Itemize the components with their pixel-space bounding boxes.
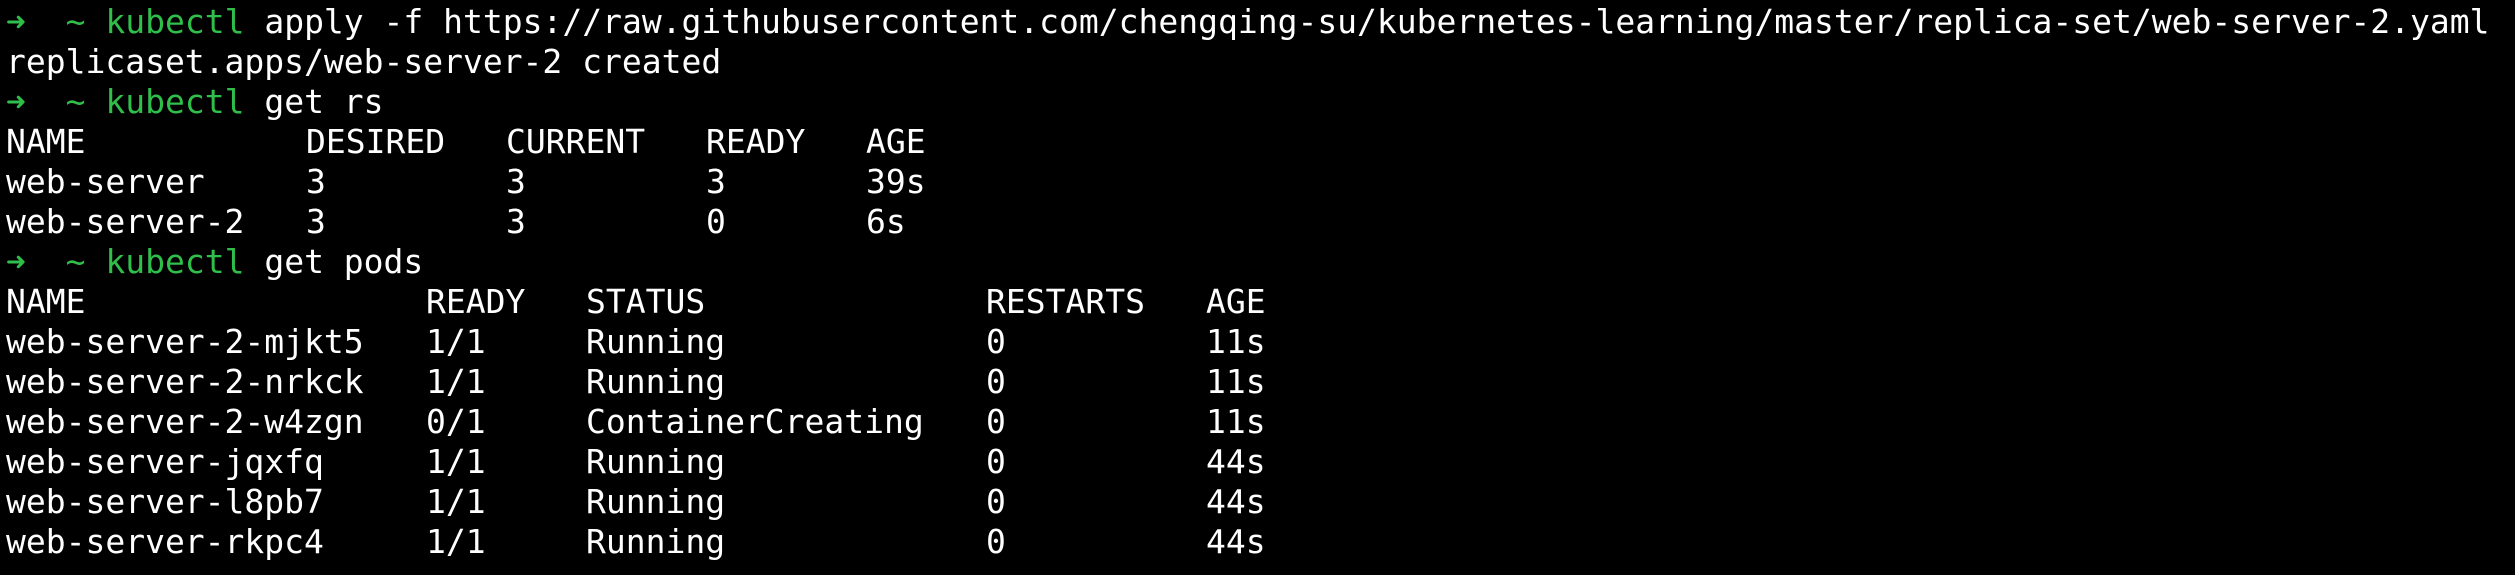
pods-header-name: NAME — [6, 282, 86, 321]
rs-cell-current: 3 — [506, 162, 526, 201]
command-output-apply: replicaset.apps/web-server-2 created — [6, 42, 722, 81]
rs-cell-desired: 3 — [306, 162, 326, 201]
command-name: kubectl — [105, 82, 245, 121]
prompt-directory: ~ — [65, 82, 86, 121]
pod-cell-status: Running — [586, 482, 726, 521]
rs-cell-desired: 3 — [306, 202, 326, 241]
pod-cell-restarts: 0 — [986, 442, 1006, 481]
rs-cell-name: web-server — [6, 162, 205, 201]
pod-cell-restarts: 0 — [986, 362, 1006, 401]
pod-cell-restarts: 0 — [986, 402, 1006, 441]
pod-cell-age: 44s — [1206, 522, 1266, 561]
pods-table-header: NAME READY STATUS RESTARTS AGE — [6, 282, 2515, 322]
prompt-directory: ~ — [65, 242, 86, 281]
pod-cell-status: Running — [586, 442, 726, 481]
pods-header-restarts: RESTARTS — [986, 282, 1145, 321]
pod-cell-age: 44s — [1206, 442, 1266, 481]
rs-header-name: NAME — [6, 122, 86, 161]
pod-cell-age: 44s — [1206, 482, 1266, 521]
rs-header-desired: DESIRED — [306, 122, 446, 161]
command-line-get-pods: ➜ ~ kubectl get pods — [6, 242, 2515, 282]
pods-header-ready: READY — [426, 282, 526, 321]
table-row: web-server 3 3 3 39s — [6, 162, 2515, 202]
rs-table: NAME DESIRED CURRENT READY AGE web-server 3 3 3… — [6, 122, 2515, 242]
pod-cell-name: web-server-2-nrkck — [6, 362, 364, 401]
pod-cell-name: web-server-2-mjkt5 — [6, 322, 364, 361]
pod-cell-ready: 0/1 — [426, 402, 486, 441]
table-row: web-server-2 3 3 0 6s — [6, 202, 2515, 242]
pods-table: NAME READY STATUS RESTARTS AGE web-server-2-… — [6, 282, 2515, 562]
prompt-arrow-icon: ➜ — [6, 242, 26, 281]
command-line-apply: ➜ ~ kubectl apply -f https://raw.githubu… — [6, 2, 2515, 42]
rs-header-current: CURRENT — [506, 122, 646, 161]
pods-header-age: AGE — [1206, 282, 1266, 321]
rs-cell-ready: 3 — [706, 162, 726, 201]
command-name: kubectl — [105, 242, 245, 281]
pod-cell-restarts: 0 — [986, 522, 1006, 561]
command-name: kubectl — [105, 2, 245, 41]
table-row: web-server-2-nrkck 1/1 Running 0 11s — [6, 362, 2515, 402]
pod-cell-ready: 1/1 — [426, 322, 486, 361]
rs-header-ready: READY — [706, 122, 806, 161]
command-args: get pods — [264, 242, 424, 281]
pod-cell-age: 11s — [1206, 362, 1266, 401]
pod-cell-restarts: 0 — [986, 322, 1006, 361]
prompt-arrow-icon: ➜ — [6, 2, 26, 41]
rs-cell-ready: 0 — [706, 202, 726, 241]
rs-cell-name: web-server-2 — [6, 202, 245, 241]
pods-header-status: STATUS — [586, 282, 706, 321]
command-args: apply -f https://raw.githubusercontent.c… — [264, 2, 2490, 41]
pod-cell-name: web-server-jqxfq — [6, 442, 324, 481]
prompt-arrow-icon: ➜ — [6, 82, 26, 121]
pod-cell-ready: 1/1 — [426, 522, 486, 561]
rs-table-header: NAME DESIRED CURRENT READY AGE — [6, 122, 2515, 162]
table-row: web-server-2-mjkt5 1/1 Running 0 11s — [6, 322, 2515, 362]
command-line-get-rs: ➜ ~ kubectl get rs — [6, 82, 2515, 122]
pod-cell-restarts: 0 — [986, 482, 1006, 521]
pod-cell-ready: 1/1 — [426, 362, 486, 401]
pod-cell-name: web-server-2-w4zgn — [6, 402, 364, 441]
table-row: web-server-2-w4zgn 0/1 ContainerCreating 0 1… — [6, 402, 2515, 442]
pod-cell-ready: 1/1 — [426, 442, 486, 481]
table-row: web-server-rkpc4 1/1 Running 0 44s — [6, 522, 2515, 562]
rs-cell-current: 3 — [506, 202, 526, 241]
pod-cell-status: Running — [586, 362, 726, 401]
pod-cell-age: 11s — [1206, 322, 1266, 361]
pod-cell-name: web-server-l8pb7 — [6, 482, 324, 521]
command-args: get rs — [264, 82, 384, 121]
pod-cell-name: web-server-rkpc4 — [6, 522, 324, 561]
rs-header-age: AGE — [866, 122, 926, 161]
pod-cell-ready: 1/1 — [426, 482, 486, 521]
rs-cell-age: 6s — [866, 202, 906, 241]
pod-cell-status: Running — [586, 322, 726, 361]
terminal-window[interactable]: ➜ ~ kubectl apply -f https://raw.githubu… — [0, 0, 2515, 575]
table-row: web-server-jqxfq 1/1 Running 0 44s — [6, 442, 2515, 482]
pod-cell-age: 11s — [1206, 402, 1266, 441]
pod-cell-status: Running — [586, 522, 726, 561]
pod-cell-status: ContainerCreating — [586, 402, 924, 441]
table-row: web-server-l8pb7 1/1 Running 0 44s — [6, 482, 2515, 522]
rs-cell-age: 39s — [866, 162, 926, 201]
prompt-directory: ~ — [65, 2, 86, 41]
